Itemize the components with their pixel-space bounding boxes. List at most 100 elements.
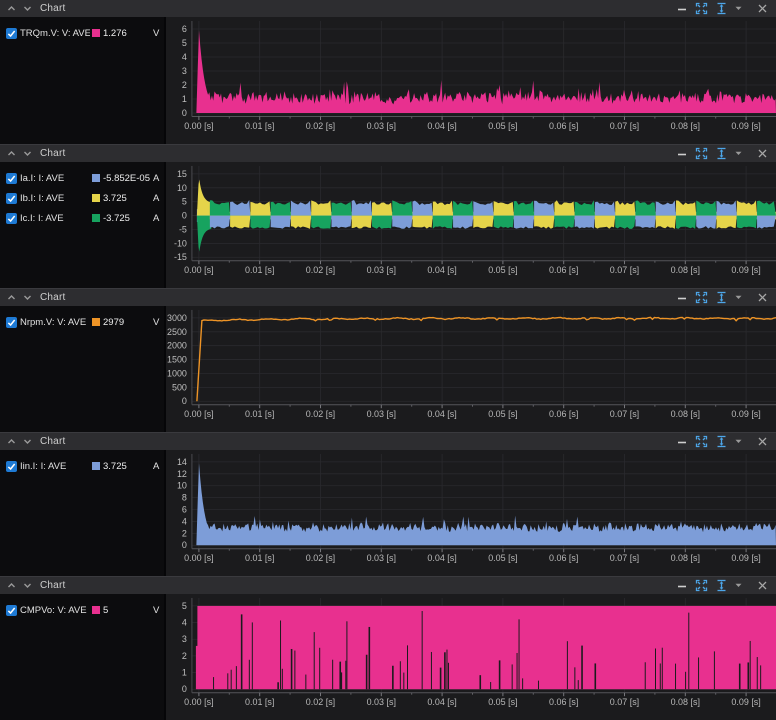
signal-legend: Ia.I: I: AVE -5.852E-05 A Ib.I: I: AVE 3… [0,162,164,288]
svg-text:4: 4 [182,618,187,628]
svg-text:2: 2 [182,80,187,90]
fit-to-view-button[interactable] [693,579,710,593]
svg-text:2: 2 [182,528,187,538]
auto-scale-dropdown[interactable] [733,579,743,593]
signal-unit: A [153,460,160,472]
fit-to-view-icon [695,579,708,592]
signal-checkbox[interactable] [6,172,17,184]
fit-to-view-button[interactable] [693,435,710,449]
svg-text:0.06 [s]: 0.06 [s] [549,553,578,563]
svg-text:15: 15 [177,169,187,179]
signal-checkbox[interactable] [6,192,17,204]
auto-scale-icon [717,291,726,304]
signal-checkbox[interactable] [6,460,17,472]
chevron-up-icon[interactable] [5,147,18,160]
svg-text:3: 3 [182,66,187,76]
chevron-down-icon[interactable] [21,579,34,592]
auto-scale-dropdown[interactable] [733,291,743,305]
check-icon [7,215,16,222]
chevron-down-icon[interactable] [21,147,34,160]
auto-scale-button[interactable] [713,435,730,449]
svg-text:0: 0 [182,108,187,118]
svg-text:4: 4 [182,52,187,62]
auto-scale-button[interactable] [713,579,730,593]
grid [191,309,776,405]
fit-to-view-icon [695,291,708,304]
chevron-up-icon[interactable] [5,579,18,592]
svg-text:0.08 [s]: 0.08 [s] [671,697,700,707]
svg-text:0.05 [s]: 0.05 [s] [488,409,517,419]
legend-row: Nrpm.V: V: AVE 2979 V [6,312,164,332]
signal-color-swatch [92,214,100,222]
chart-plot[interactable]: 0.00 [s] 0.01 [s] 0.02 [s] 0.03 [s] 0.04 [s]… [166,450,776,576]
close-icon [758,293,767,302]
panel-title: Chart [40,292,66,303]
close-button[interactable] [754,2,771,16]
fit-to-view-button[interactable] [693,147,710,161]
svg-text:0: 0 [182,540,187,550]
auto-scale-button[interactable] [713,2,730,16]
chart-area[interactable]: 0.00 [s] 0.01 [s] 0.02 [s] 0.03 [s] 0.04 [s]… [166,162,776,288]
fit-to-view-button[interactable] [693,291,710,305]
signal-legend: CMPVo: V: AVE 5 V [0,594,164,720]
svg-text:0.00 [s]: 0.00 [s] [184,553,213,563]
chart-plot[interactable]: 0.00 [s] 0.01 [s] 0.02 [s] 0.03 [s] 0.04 [s]… [166,306,776,432]
close-button[interactable] [754,291,771,305]
legend-row: TRQm.V: V: AVE 1.276 V [6,23,164,43]
auto-scale-button[interactable] [713,147,730,161]
panel-header: Chart [0,577,776,594]
minimize-button[interactable] [673,147,690,161]
chevron-up-icon[interactable] [5,291,18,304]
panel-header: Chart [0,0,776,17]
svg-text:4: 4 [182,516,187,526]
minimize-button[interactable] [673,435,690,449]
auto-scale-button[interactable] [713,291,730,305]
chevron-down-icon[interactable] [21,435,34,448]
svg-text:0.01 [s]: 0.01 [s] [245,697,274,707]
auto-scale-icon [717,435,726,448]
signal-checkbox[interactable] [6,604,17,616]
signal-value: -5.852E-05 [103,172,151,184]
chevron-down-icon[interactable] [21,291,34,304]
svg-text:10: 10 [177,481,187,491]
chart-plot[interactable]: 0.00 [s] 0.01 [s] 0.02 [s] 0.03 [s] 0.04 [s]… [166,17,776,144]
chart-workspace: Chart TRQm.V: V: AVE 1.276 V 0.00 [s] 0.… [0,0,776,720]
svg-text:3000: 3000 [167,313,187,323]
chart-plot[interactable]: 0.00 [s] 0.01 [s] 0.02 [s] 0.03 [s] 0.04 [s]… [166,594,776,720]
chart-area[interactable]: 0.00 [s] 0.01 [s] 0.02 [s] 0.03 [s] 0.04 [s]… [166,306,776,432]
svg-text:12: 12 [177,469,187,479]
signal-name: Ic.I: I: AVE [20,212,64,224]
chart-plot[interactable]: 0.00 [s] 0.01 [s] 0.02 [s] 0.03 [s] 0.04 [s]… [166,162,776,288]
chevron-up-icon[interactable] [5,2,18,15]
close-button[interactable] [754,435,771,449]
svg-text:0.00 [s]: 0.00 [s] [184,697,213,707]
chart-area[interactable]: 0.00 [s] 0.01 [s] 0.02 [s] 0.03 [s] 0.04 [s]… [166,450,776,576]
close-button[interactable] [754,147,771,161]
svg-text:-15: -15 [174,252,187,262]
chart-area[interactable]: 0.00 [s] 0.01 [s] 0.02 [s] 0.03 [s] 0.04 [s]… [166,17,776,144]
chevron-down-icon [735,295,741,299]
svg-text:0.05 [s]: 0.05 [s] [488,697,517,707]
chevron-down-icon[interactable] [21,2,34,15]
chart-area[interactable]: 0.00 [s] 0.01 [s] 0.02 [s] 0.03 [s] 0.04 [s]… [166,594,776,720]
svg-text:0.07 [s]: 0.07 [s] [610,121,639,131]
fit-to-view-button[interactable] [693,2,710,16]
auto-scale-dropdown[interactable] [733,147,743,161]
close-button[interactable] [754,579,771,593]
minimize-button[interactable] [673,291,690,305]
auto-scale-dropdown[interactable] [733,435,743,449]
auto-scale-dropdown[interactable] [733,2,743,16]
panel-body: Iin.I: I: AVE 3.725 A 0.00 [s] 0.01 [s] 0.… [0,450,776,576]
minimize-button[interactable] [673,2,690,16]
svg-text:0.03 [s]: 0.03 [s] [367,265,396,275]
legend-row: Ic.I: I: AVE -3.725 A [6,208,164,228]
svg-text:0.02 [s]: 0.02 [s] [306,409,335,419]
chart-panel: Chart [0,288,776,432]
signal-checkbox[interactable] [6,27,17,39]
signal-legend: TRQm.V: V: AVE 1.276 V [0,17,164,144]
signal-checkbox[interactable] [6,316,17,328]
svg-text:5: 5 [182,601,187,611]
signal-checkbox[interactable] [6,212,17,224]
chevron-up-icon[interactable] [5,435,18,448]
minimize-button[interactable] [673,579,690,593]
